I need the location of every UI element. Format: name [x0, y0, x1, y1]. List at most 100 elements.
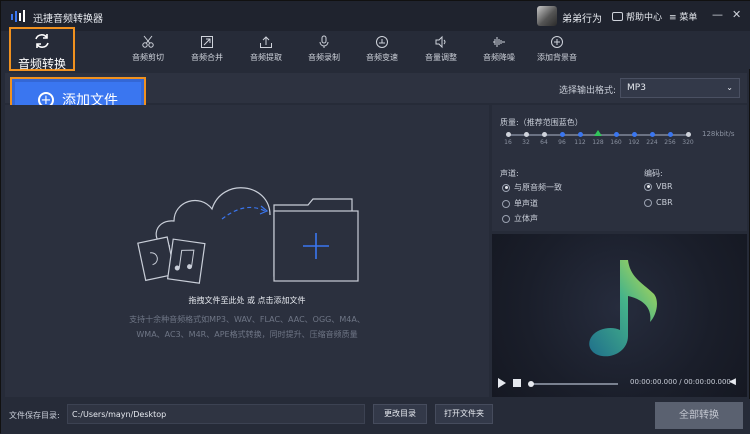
settings-panel: 质量:（推荐范围蓝色） 16 32 64 96 112 128 160 192 224 256 32…	[492, 105, 747, 231]
supported-formats-line1: 支持十余种音频格式如MP3、WAV、FLAC、AAC、OGG、M4A、	[129, 315, 365, 324]
merge-icon	[201, 36, 213, 48]
encoding-option-cbr[interactable]: CBR	[644, 198, 673, 207]
output-format-label: 选择输出格式:	[559, 86, 617, 96]
progress-knob[interactable]	[528, 381, 534, 387]
volume-icon[interactable]: ◀	[729, 377, 736, 387]
radio-icon	[502, 183, 510, 192]
encoding-option-label: VBR	[656, 182, 673, 191]
quality-tick-label: 64	[540, 139, 548, 146]
progress-slider[interactable]	[528, 381, 618, 387]
tool-label: 音频录制	[308, 53, 340, 62]
play-icon[interactable]	[498, 378, 506, 388]
convert-all-button[interactable]: 全部转换	[655, 402, 743, 429]
encoding-label: 编码:	[644, 169, 663, 178]
quality-dot[interactable]	[667, 132, 673, 137]
drop-hint: 拖拽文件至此处 或 点击添加文件	[188, 296, 306, 305]
scissors-icon	[142, 35, 154, 48]
radio-icon	[502, 199, 510, 208]
help-center-label: 帮助中心	[626, 13, 663, 23]
encoding-option-vbr[interactable]: VBR	[644, 182, 673, 191]
background-music-icon	[551, 36, 563, 48]
quality-dot[interactable]	[559, 132, 565, 137]
tool-audio-cut[interactable]: 音频剪切	[120, 35, 176, 63]
radio-icon	[502, 214, 510, 223]
tool-audio-speed[interactable]: 音频变速	[354, 35, 410, 63]
channel-option-original[interactable]: 与原音频一致	[502, 182, 562, 193]
tool-label: 音频合并	[191, 53, 223, 62]
tool-label: 音频降噪	[483, 53, 515, 62]
quality-dot[interactable]	[541, 132, 547, 137]
open-folder-button[interactable]: 打开文件夹	[435, 404, 493, 424]
change-dir-button[interactable]: 更改目录	[373, 404, 427, 424]
file-drop-area[interactable]: 拖拽文件至此处 或 点击添加文件 支持十余种音频格式如MP3、WAV、FLAC、…	[5, 105, 489, 397]
hamburger-icon: ≡	[669, 13, 680, 23]
chevron-down-icon: ⌄	[726, 83, 733, 92]
microphone-icon	[319, 35, 329, 48]
channel-option-label: 单声道	[514, 199, 538, 208]
quality-dot[interactable]	[613, 132, 619, 137]
menu-button[interactable]: ≡ 菜单	[669, 10, 697, 23]
stop-icon[interactable]	[513, 379, 521, 387]
quality-tick-label: 256	[664, 139, 676, 146]
quality-dot[interactable]	[631, 132, 637, 137]
speed-icon	[376, 36, 388, 48]
help-chat-icon	[612, 12, 623, 21]
channel-label: 声道:	[500, 169, 519, 178]
quality-dot[interactable]	[649, 132, 655, 137]
tool-audio-merge[interactable]: 音频合并	[179, 35, 235, 63]
help-center-link[interactable]: 帮助中心	[612, 10, 662, 23]
channel-option-stereo[interactable]: 立体声	[502, 213, 538, 224]
title-bar: 迅捷音频转换器 弟弟行为 帮助中心 ≡ 菜单 — ✕	[1, 1, 750, 31]
quality-tick-label: 96	[558, 139, 566, 146]
avatar[interactable]	[537, 6, 557, 26]
output-format-value: MP3	[627, 83, 646, 93]
channel-option-mono[interactable]: 单声道	[502, 198, 538, 209]
tool-label: 添加背景音	[537, 53, 577, 62]
quality-tick-label: 160	[610, 139, 622, 146]
toolbar: 音频剪切 音频合并 音频提取 音频录制 音频变速 音量调整 音频降噪 添加背景音	[1, 31, 750, 69]
refresh-convert-icon	[35, 34, 49, 48]
close-button[interactable]: ✕	[732, 8, 741, 21]
save-dir-input[interactable]: C:/Users/mayn/Desktop	[67, 404, 365, 424]
supported-formats-text: 支持十余种音频格式如MP3、WAV、FLAC、AAC、OGG、M4A、 WMA、…	[115, 312, 379, 342]
quality-tick-label: 112	[574, 139, 586, 146]
quality-dot[interactable]	[577, 132, 583, 137]
app-title: 迅捷音频转换器	[33, 14, 103, 25]
quality-dot[interactable]	[505, 132, 511, 137]
drop-illustration-icon	[137, 187, 359, 284]
channel-option-label: 与原音频一致	[514, 183, 562, 192]
menu-label: 菜单	[679, 13, 698, 23]
quality-dot[interactable]	[523, 132, 529, 137]
quality-tick-label: 224	[646, 139, 658, 146]
music-note-icon	[589, 260, 657, 357]
tool-add-background-music[interactable]: 添加背景音	[529, 35, 585, 63]
tool-label: 音频提取	[250, 53, 282, 62]
app-window: 迅捷音频转换器 弟弟行为 帮助中心 ≡ 菜单 — ✕ 音频剪切 音频合并 音频提…	[0, 0, 750, 434]
quality-selected-marker[interactable]	[594, 130, 602, 136]
quality-value: 128kbit/s	[702, 130, 735, 138]
output-format-select[interactable]: MP3 ⌄	[620, 78, 740, 98]
tool-audio-denoise[interactable]: 音频降噪	[471, 35, 527, 63]
app-logo-icon	[11, 10, 25, 22]
preview-player: 00:00:00.000 / 00:00:00.000 ◀	[492, 234, 747, 397]
save-dir-label: 文件保存目录:	[9, 411, 60, 420]
player-controls: 00:00:00.000 / 00:00:00.000 ◀	[492, 369, 747, 397]
quality-tick-label: 320	[682, 139, 694, 146]
quality-tick-label: 128	[592, 139, 604, 146]
quality-tick-label: 32	[522, 139, 530, 146]
mode-label: 音频转换	[17, 57, 66, 71]
playback-time: 00:00:00.000 / 00:00:00.000	[630, 378, 731, 386]
tool-audio-record[interactable]: 音频录制	[296, 35, 352, 63]
tool-audio-extract[interactable]: 音频提取	[238, 35, 294, 63]
minimize-button[interactable]: —	[712, 8, 723, 21]
quality-slider[interactable]	[505, 130, 691, 137]
tool-volume-adjust[interactable]: 音量调整	[413, 35, 469, 63]
channel-option-label: 立体声	[514, 214, 538, 223]
tool-label: 音频剪切	[132, 53, 164, 62]
supported-formats-line2: WMA、AC3、M4R、APE格式转换，同时提升、压缩音频质量	[136, 330, 358, 339]
quality-dot[interactable]	[685, 132, 691, 137]
bottom-bar: 文件保存目录: C:/Users/mayn/Desktop 更改目录 打开文件夹…	[1, 399, 750, 434]
mode-audio-convert[interactable]: 音频转换	[9, 27, 75, 71]
user-name[interactable]: 弟弟行为	[562, 10, 602, 25]
extract-icon	[260, 36, 272, 48]
